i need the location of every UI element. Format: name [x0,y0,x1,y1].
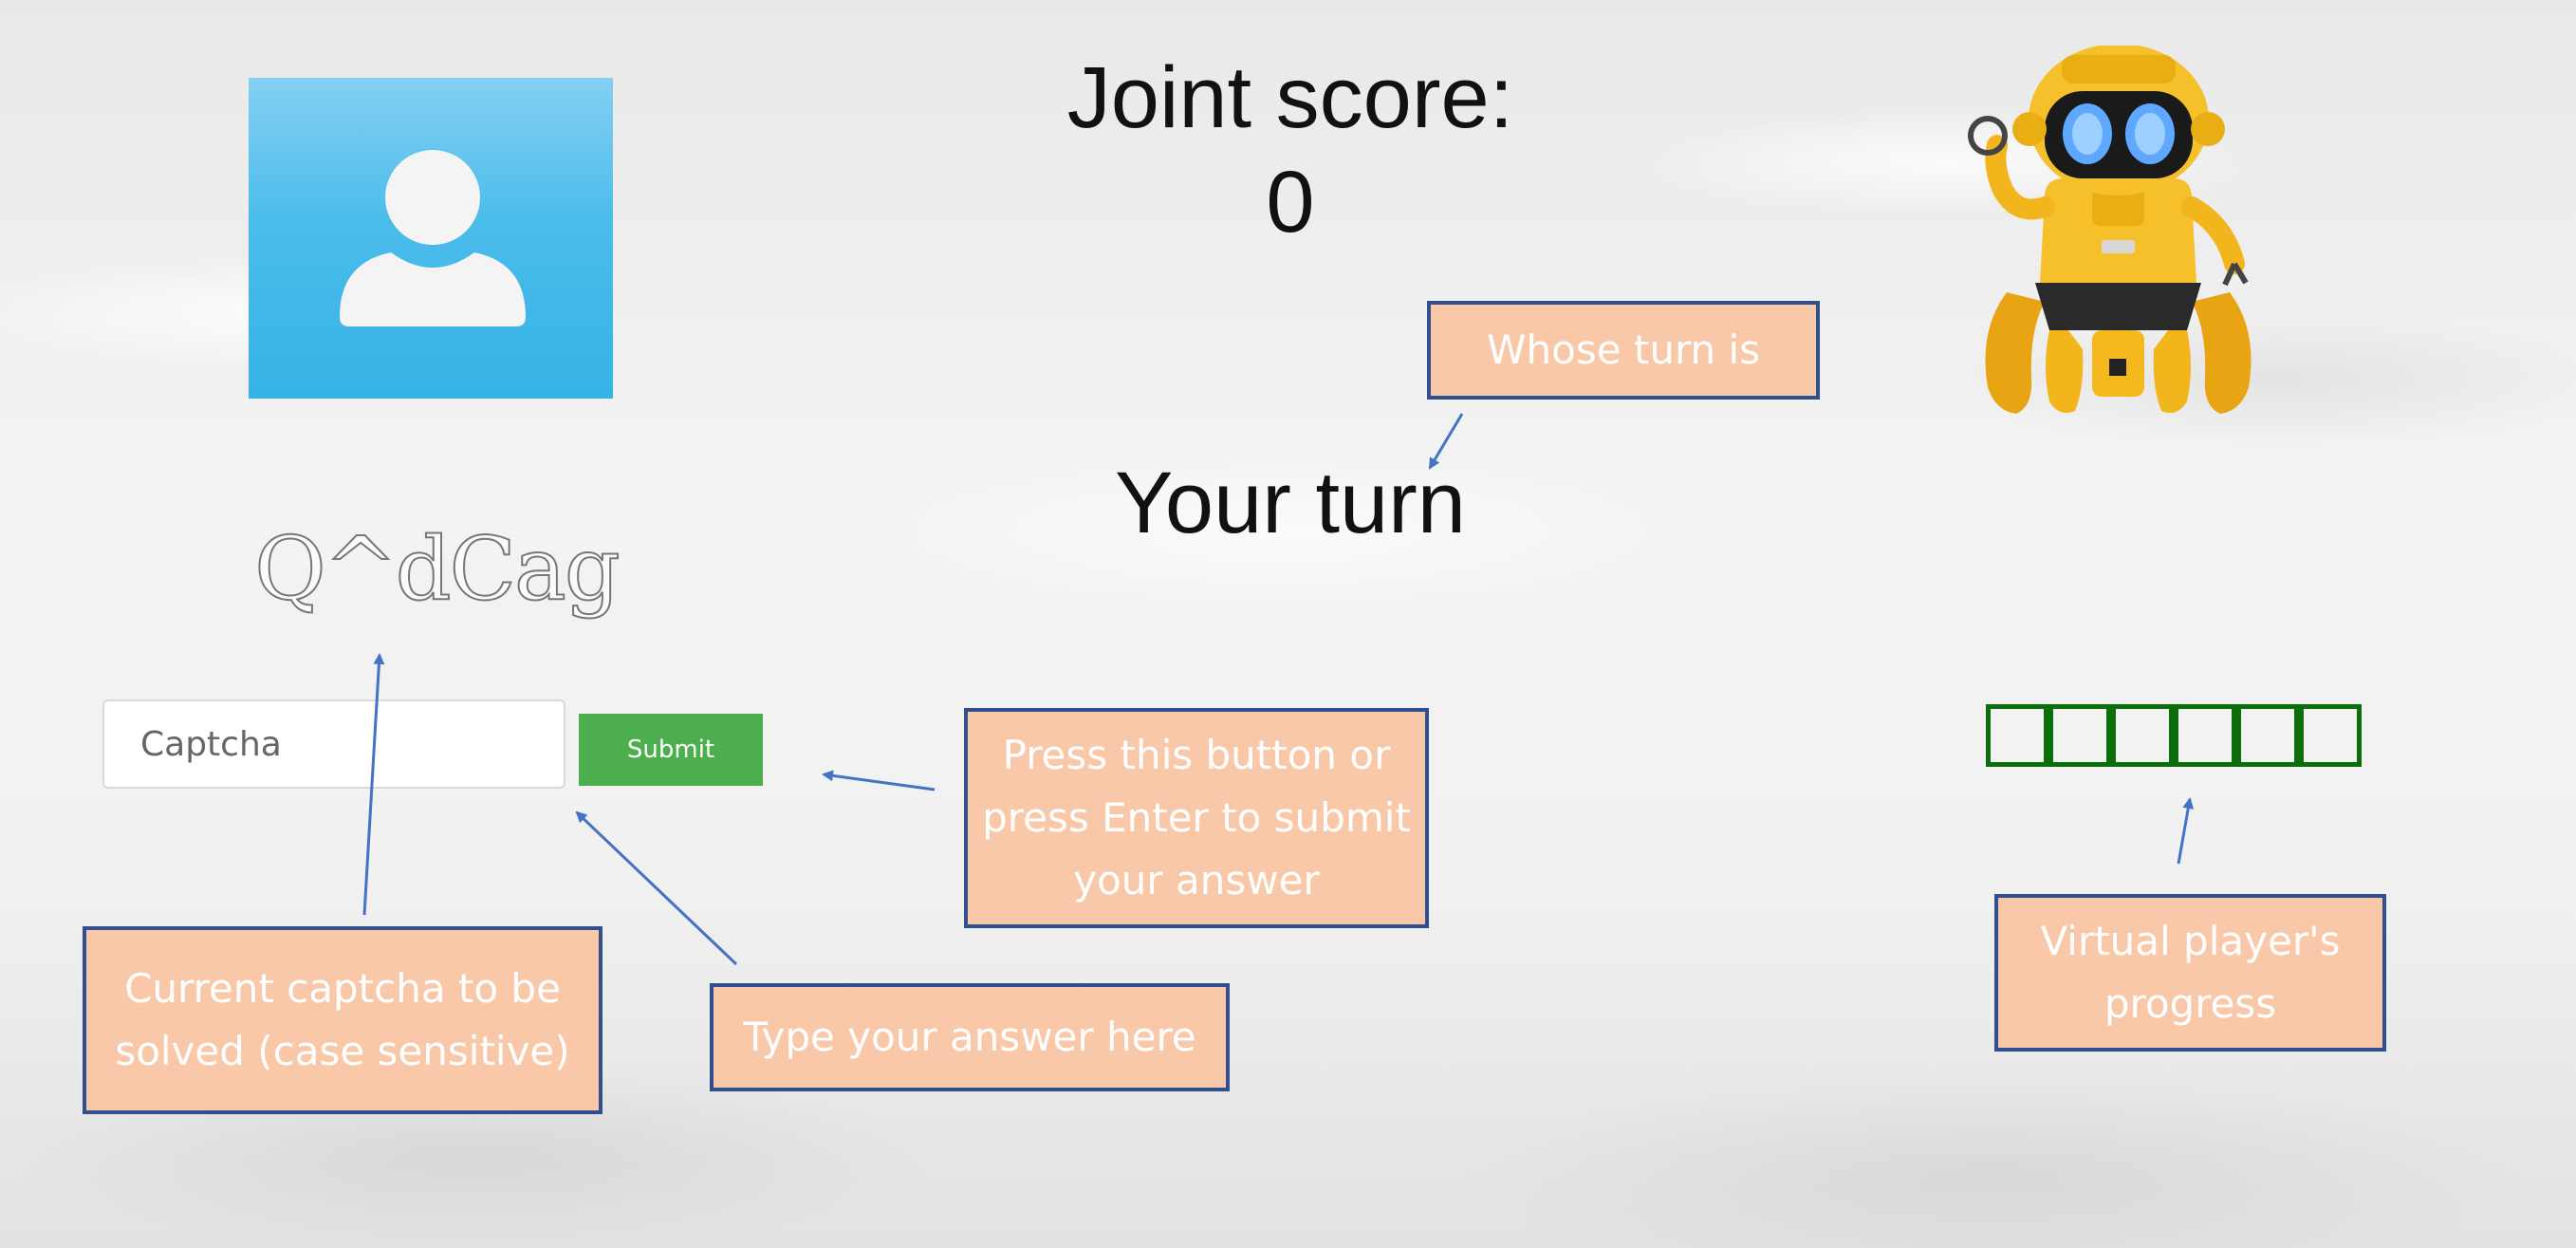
callout-text: Type your answer here [743,1014,1196,1060]
progress-box [1986,704,2048,767]
callout-text: Virtual player's progress [2040,918,2341,1027]
progress-box [2111,704,2174,767]
user-avatar-icon [340,150,526,326]
callout-type-answer: Type your answer here [710,983,1230,1091]
callout-press-button: Press this button or press Enter to subm… [964,708,1429,928]
arrow-virtual-progress [2177,797,2195,865]
turn-indicator: Your turn [1115,455,1466,551]
progress-box [2174,704,2236,767]
submit-button[interactable]: Submit [579,714,763,786]
progress-box [2048,704,2111,767]
joint-score-value: 0 [1266,154,1315,251]
callout-whose-turn: Whose turn is [1427,301,1820,400]
callout-text: Current captcha to be solved (case sensi… [115,965,570,1074]
virtual-player-robot [1950,46,2287,425]
progress-box [2236,704,2299,767]
captcha-display: Q^dCag [253,517,621,621]
callout-current-captcha: Current captcha to be solved (case sensi… [83,926,602,1114]
human-player-avatar [249,78,613,399]
joint-score-label: Joint score: [1066,49,1514,146]
callout-virtual-progress: Virtual player's progress [1994,894,2386,1052]
captcha-input[interactable] [102,699,565,789]
virtual-player-progress [1986,704,2362,767]
arrow-press-button [822,770,936,792]
progress-box [2299,704,2362,767]
callout-text: Press this button or press Enter to subm… [982,732,1411,903]
callout-text: Whose turn is [1486,326,1761,373]
robot-player-icon [1968,46,2252,414]
